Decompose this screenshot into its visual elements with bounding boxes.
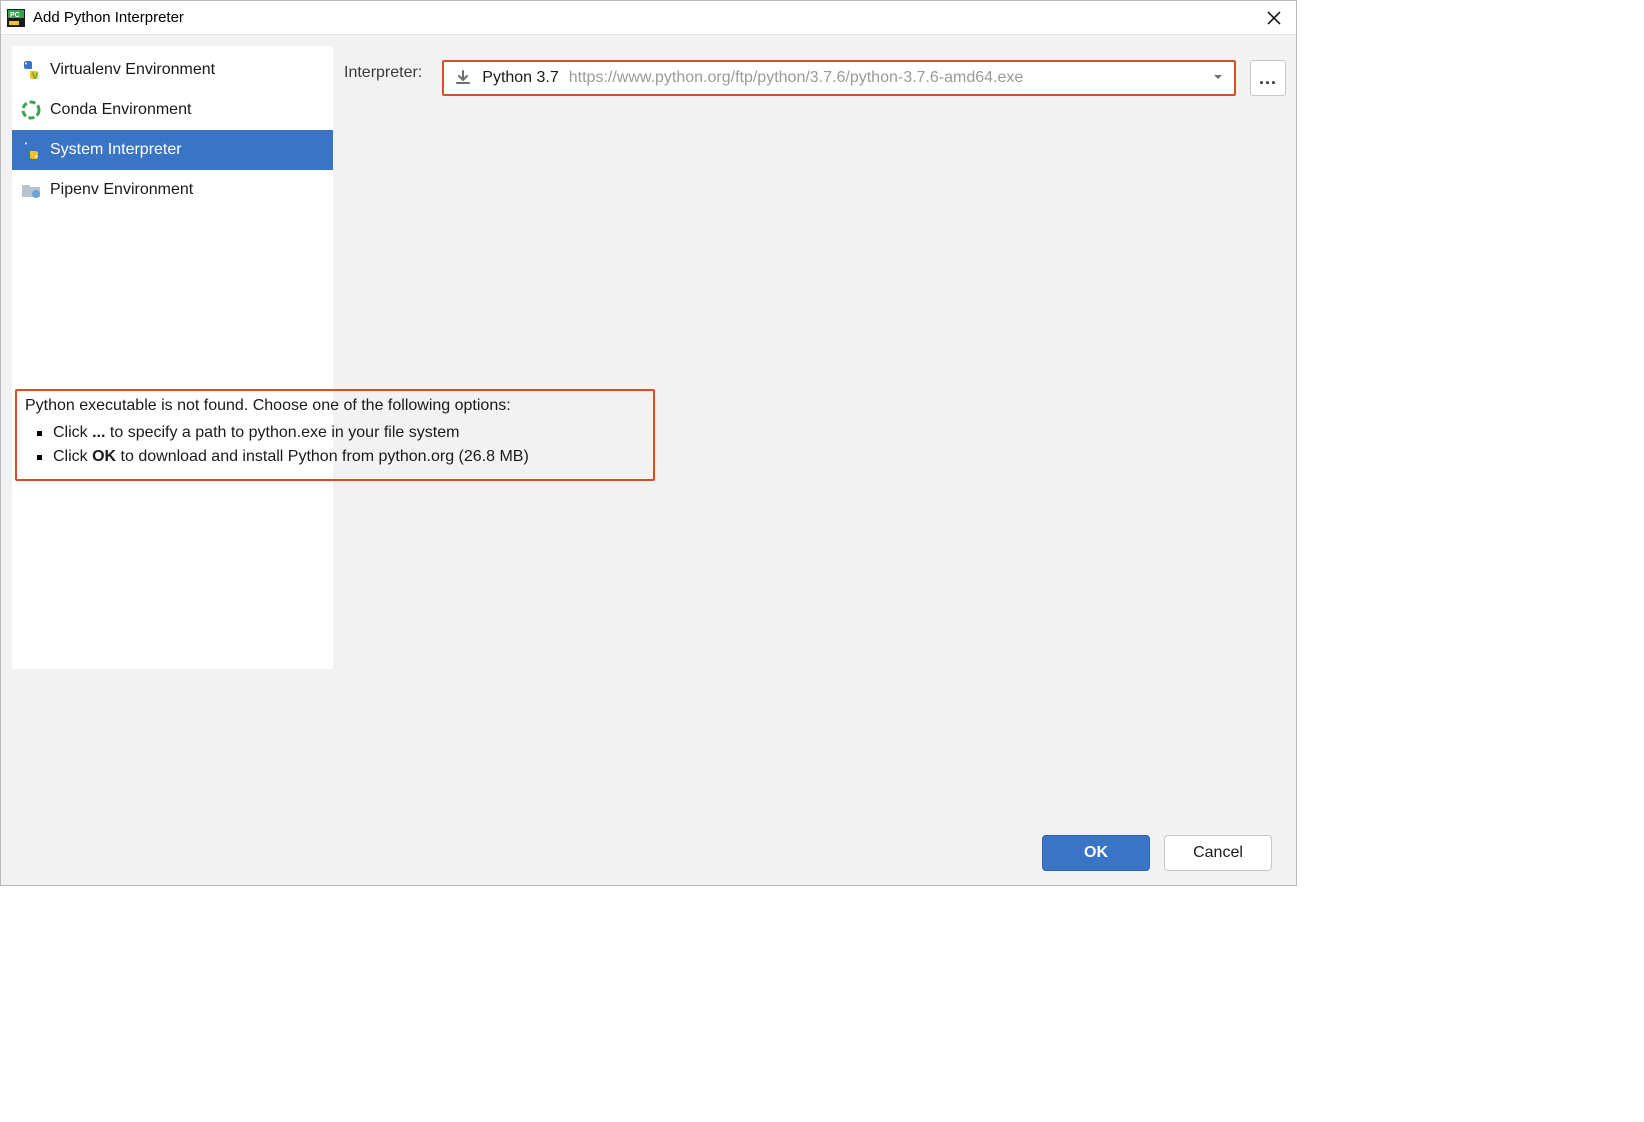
sidebar-item-label: Virtualenv Environment [50, 61, 215, 79]
help-text: to specify a path to python.exe in your … [105, 424, 459, 441]
help-text: Click [53, 424, 92, 441]
help-text: to download and install Python from pyth… [116, 448, 529, 465]
sidebar-item-conda[interactable]: Conda Environment [12, 90, 333, 130]
selected-python-name: Python 3.7 [482, 69, 559, 87]
help-bold: ... [92, 424, 105, 441]
sidebar-item-virtualenv[interactable]: V Virtualenv Environment [12, 50, 333, 90]
help-title: Python executable is not found. Choose o… [25, 397, 645, 415]
main-panel: Interpreter: Python 3.7 https://www.pyth… [334, 45, 1286, 96]
close-button[interactable] [1260, 4, 1288, 32]
folder-pipenv-icon [20, 179, 42, 201]
svg-text:PC: PC [10, 12, 20, 19]
spacer [11, 481, 1286, 817]
chevron-down-icon [1212, 70, 1224, 87]
pycharm-app-icon: PC [7, 9, 25, 27]
close-icon [1267, 11, 1281, 25]
body-top-row: V Virtualenv Environment Conda Environme… [11, 45, 1286, 381]
footer: OK Cancel [11, 817, 1286, 885]
svg-text:V: V [32, 71, 38, 81]
sidebar-item-pipenv[interactable]: Pipenv Environment [12, 170, 333, 210]
add-python-interpreter-dialog: PC Add Python Interpreter [0, 0, 1297, 886]
ok-button[interactable]: OK [1042, 835, 1150, 871]
help-point-download: Click OK to download and install Python … [53, 445, 645, 469]
help-point-browse: Click ... to specify a path to python.ex… [53, 421, 645, 445]
python-icon [20, 139, 42, 161]
help-bold: OK [92, 448, 116, 465]
browse-button[interactable]: ... [1250, 60, 1286, 96]
sidebar-item-label: System Interpreter [50, 141, 182, 159]
cancel-button[interactable]: Cancel [1164, 835, 1272, 871]
conda-icon [20, 99, 42, 121]
selected-python-url: https://www.python.org/ftp/python/3.7.6/… [569, 69, 1202, 87]
dialog-body: V Virtualenv Environment Conda Environme… [1, 35, 1296, 885]
python-v-icon: V [20, 59, 42, 81]
sidebar-item-label: Pipenv Environment [50, 181, 193, 199]
titlebar: PC Add Python Interpreter [1, 1, 1296, 35]
window-title: Add Python Interpreter [33, 9, 1260, 26]
interpreter-label: Interpreter: [344, 64, 422, 82]
sidebar-item-label: Conda Environment [50, 101, 191, 119]
help-text: Click [53, 448, 92, 465]
interpreter-row: Python 3.7 https://www.python.org/ftp/py… [442, 60, 1286, 96]
sidebar-item-system-interpreter[interactable]: System Interpreter [12, 130, 333, 170]
python-not-found-help: Python executable is not found. Choose o… [15, 389, 655, 481]
download-icon [454, 69, 472, 87]
interpreter-dropdown[interactable]: Python 3.7 https://www.python.org/ftp/py… [442, 60, 1236, 96]
